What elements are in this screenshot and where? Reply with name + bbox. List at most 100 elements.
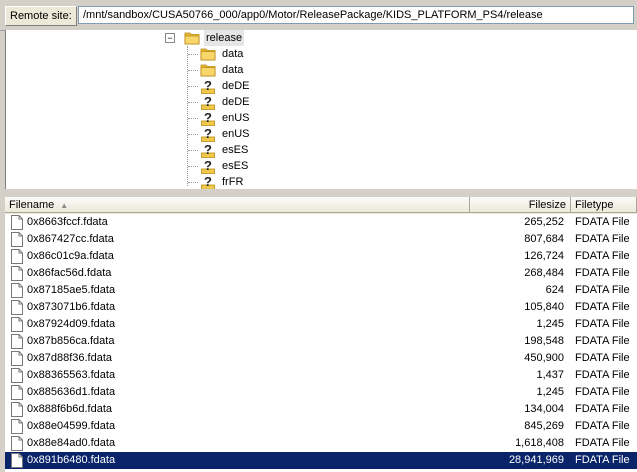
file-name: 0x8663fccf.fdata bbox=[27, 216, 108, 228]
file-name: 0x867427cc.fdata bbox=[27, 233, 114, 245]
file-icon bbox=[11, 402, 23, 417]
tree-node-label: data bbox=[222, 48, 244, 60]
file-list-header: Filename ▲ Filesize Filetype bbox=[5, 197, 637, 214]
tree-guide-line bbox=[188, 134, 198, 135]
file-row[interactable]: 0x88e84ad0.fdata 1,618,408 FDATA File bbox=[5, 435, 637, 452]
file-row[interactable]: 0x88365563.fdata 1,437 FDATA File bbox=[5, 367, 637, 384]
file-type: FDATA File bbox=[575, 403, 630, 415]
file-row[interactable]: 0x885636d1.fdata 1,245 FDATA File bbox=[5, 384, 637, 401]
file-type: FDATA File bbox=[575, 369, 630, 381]
file-name: 0x873071b6.fdata bbox=[27, 301, 116, 313]
file-type: FDATA File bbox=[575, 454, 630, 466]
folder-open-icon bbox=[184, 32, 200, 45]
tree-node-label: deDE bbox=[222, 96, 250, 108]
file-row[interactable]: 0x86fac56d.fdata 268,484 FDATA File bbox=[5, 265, 637, 282]
unknown-folder-icon: ? bbox=[201, 78, 215, 94]
file-row[interactable]: 0x8663fccf.fdata 265,252 FDATA File bbox=[5, 214, 637, 231]
file-type: FDATA File bbox=[575, 437, 630, 449]
sort-ascending-icon: ▲ bbox=[60, 201, 69, 210]
file-name: 0x87b856ca.fdata bbox=[27, 335, 115, 347]
file-icon bbox=[11, 385, 23, 400]
file-size: 624 bbox=[545, 284, 564, 296]
file-name: 0x87d88f36.fdata bbox=[27, 352, 113, 364]
file-row[interactable]: 0x87185ae5.fdata 624 FDATA File bbox=[5, 282, 637, 299]
file-type: FDATA File bbox=[575, 216, 630, 228]
file-icon bbox=[11, 300, 23, 315]
file-row[interactable]: 0x88e04599.fdata 845,269 FDATA File bbox=[5, 418, 637, 435]
file-icon bbox=[11, 351, 23, 366]
file-icon bbox=[11, 249, 23, 264]
file-name: 0x885636d1.fdata bbox=[27, 386, 116, 398]
file-type: FDATA File bbox=[575, 250, 630, 262]
file-type: FDATA File bbox=[575, 420, 630, 432]
file-name: 0x88e84ad0.fdata bbox=[27, 437, 116, 449]
remote-directory-tree[interactable]: − release data data? deDE? deDE? enUS? enUS? e… bbox=[5, 30, 637, 189]
file-icon bbox=[11, 436, 23, 451]
file-size: 845,269 bbox=[524, 420, 564, 432]
tree-node-label: data bbox=[222, 64, 244, 76]
svg-text:?: ? bbox=[204, 126, 212, 141]
file-size: 268,484 bbox=[524, 267, 564, 279]
tree-guide-line bbox=[188, 166, 198, 167]
remote-site-bar: Remote site: bbox=[0, 0, 637, 31]
svg-text:?: ? bbox=[204, 94, 212, 109]
tree-node-label: esES bbox=[222, 160, 249, 172]
tree-guide-line bbox=[188, 102, 198, 103]
file-row[interactable]: 0x86c01c9a.fdata 126,724 FDATA File bbox=[5, 248, 637, 265]
file-type: FDATA File bbox=[575, 284, 630, 296]
remote-file-list[interactable]: Filename ▲ Filesize Filetype 0x8663fccf.f… bbox=[5, 197, 637, 472]
unknown-folder-icon: ? bbox=[201, 158, 215, 174]
file-size: 134,004 bbox=[524, 403, 564, 415]
unknown-folder-icon: ? bbox=[201, 110, 215, 126]
file-type: FDATA File bbox=[575, 335, 630, 347]
unknown-folder-icon: ? bbox=[201, 126, 215, 142]
file-row[interactable]: 0x888f6b6d.fdata 134,004 FDATA File bbox=[5, 401, 637, 418]
file-row[interactable]: 0x87d88f36.fdata 450,900 FDATA File bbox=[5, 350, 637, 367]
file-row[interactable]: 0x87b856ca.fdata 198,548 FDATA File bbox=[5, 333, 637, 350]
tree-node-label: enUS bbox=[222, 112, 250, 124]
remote-site-label: Remote site: bbox=[5, 6, 77, 26]
folder-icon bbox=[200, 48, 216, 61]
file-size: 198,548 bbox=[524, 335, 564, 347]
unknown-folder-icon: ? bbox=[201, 94, 215, 110]
remote-site-input[interactable] bbox=[78, 6, 634, 24]
file-size: 105,840 bbox=[524, 301, 564, 313]
tree-guide-line bbox=[188, 182, 198, 183]
file-type: FDATA File bbox=[575, 267, 630, 279]
file-size: 1,618,408 bbox=[515, 437, 564, 449]
file-icon bbox=[11, 419, 23, 434]
tree-node-label: esES bbox=[222, 144, 249, 156]
pane-splitter[interactable] bbox=[0, 189, 637, 197]
file-size: 450,900 bbox=[524, 352, 564, 364]
svg-text:?: ? bbox=[204, 158, 212, 173]
tree-node-label: release bbox=[204, 30, 245, 46]
file-name: 0x888f6b6d.fdata bbox=[27, 403, 113, 415]
collapse-icon[interactable]: − bbox=[165, 33, 175, 43]
svg-text:?: ? bbox=[204, 78, 212, 93]
column-header-filename[interactable]: Filename ▲ bbox=[5, 197, 470, 213]
file-type: FDATA File bbox=[575, 233, 630, 245]
file-size: 1,437 bbox=[536, 369, 564, 381]
file-row-selected[interactable]: 0x891b6480.fdata 28,941,969 FDATA File bbox=[5, 452, 637, 469]
tree-guide-line bbox=[187, 46, 188, 186]
column-header-filesize[interactable]: Filesize bbox=[470, 197, 571, 213]
file-row[interactable]: 0x873071b6.fdata 105,840 FDATA File bbox=[5, 299, 637, 316]
file-type: FDATA File bbox=[575, 301, 630, 313]
tree-node-label: frFR bbox=[222, 176, 244, 188]
file-name: 0x88e04599.fdata bbox=[27, 420, 116, 432]
file-name: 0x87185ae5.fdata bbox=[27, 284, 116, 296]
svg-text:?: ? bbox=[204, 110, 212, 125]
folder-icon bbox=[200, 64, 216, 77]
file-name: 0x891b6480.fdata bbox=[27, 454, 116, 466]
tree-guide-line bbox=[188, 70, 198, 71]
file-row[interactable]: 0x867427cc.fdata 807,684 FDATA File bbox=[5, 231, 637, 248]
file-size: 1,245 bbox=[536, 318, 564, 330]
tree-node-label: enUS bbox=[222, 128, 250, 140]
file-icon bbox=[11, 368, 23, 383]
file-row[interactable]: 0x87924d09.fdata 1,245 FDATA File bbox=[5, 316, 637, 333]
file-icon bbox=[11, 317, 23, 332]
column-header-filetype[interactable]: Filetype bbox=[571, 197, 637, 213]
tree-guide-line bbox=[188, 54, 198, 55]
file-name: 0x86c01c9a.fdata bbox=[27, 250, 114, 262]
file-icon bbox=[11, 232, 23, 247]
